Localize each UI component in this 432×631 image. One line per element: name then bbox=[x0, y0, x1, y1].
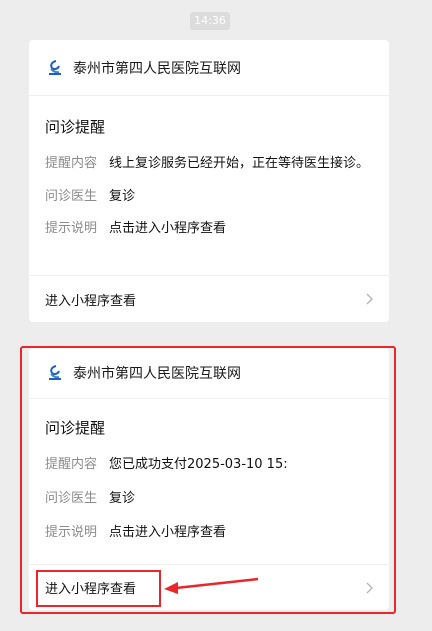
chevron-right-icon bbox=[366, 582, 373, 593]
row-label: 提醒内容 bbox=[45, 156, 98, 171]
row-label: 提示说明 bbox=[45, 525, 98, 540]
annotation-arrow-icon bbox=[164, 577, 259, 594]
row-label: 问诊医生 bbox=[45, 491, 98, 506]
row-label: 问诊医生 bbox=[45, 189, 98, 204]
hospital-logo-icon bbox=[49, 59, 61, 75]
template-message-card[interactable]: 泰州市第四人民医院互联网 问诊提醒 提醒内容 您已成功支付2025-03-10 … bbox=[29, 348, 389, 610]
footer-label: 进入小程序查看 bbox=[45, 293, 137, 309]
row-label: 提示说明 bbox=[45, 221, 98, 236]
message-timestamp: 14:36 bbox=[190, 12, 230, 30]
card-body: 问诊提醒 提醒内容 线上复诊服务已经开始，正在等待医生接诊。 问诊医生 复诊 提… bbox=[29, 96, 389, 238]
row-value: 复诊 bbox=[109, 491, 136, 506]
message-title: 问诊提醒 bbox=[45, 419, 106, 437]
card-header[interactable]: 泰州市第四人民医院互联网 bbox=[29, 40, 389, 96]
content-row: 提醒内容 线上复诊服务已经开始，正在等待医生接诊。 bbox=[45, 154, 373, 173]
row-value: 您已成功支付2025-03-10 15: bbox=[109, 457, 288, 472]
hospital-logo-icon bbox=[49, 365, 61, 380]
row-value: 复诊 bbox=[109, 189, 136, 204]
doctor-row: 问诊医生 复诊 bbox=[45, 187, 373, 206]
card-body: 问诊提醒 提醒内容 您已成功支付2025-03-10 15: 问诊医生 复诊 提… bbox=[29, 399, 389, 542]
row-value: 点击进入小程序查看 bbox=[109, 525, 227, 540]
open-miniprogram-link[interactable]: 进入小程序查看 bbox=[29, 275, 389, 322]
doctor-row: 问诊医生 复诊 bbox=[45, 489, 373, 508]
note-row: 提示说明 点击进入小程序查看 bbox=[45, 523, 373, 542]
account-name: 泰州市第四人民医院互联网 bbox=[73, 366, 241, 382]
content-row: 提醒内容 您已成功支付2025-03-10 15: bbox=[45, 455, 373, 474]
chevron-right-icon bbox=[366, 293, 373, 305]
row-label: 提醒内容 bbox=[45, 457, 98, 472]
row-value: 线上复诊服务已经开始，正在等待医生接诊。 bbox=[109, 156, 370, 171]
footer-label: 进入小程序查看 bbox=[45, 582, 137, 597]
note-row: 提示说明 点击进入小程序查看 bbox=[45, 219, 373, 238]
account-name: 泰州市第四人民医院互联网 bbox=[73, 60, 241, 77]
template-message-card[interactable]: 泰州市第四人民医院互联网 问诊提醒 提醒内容 线上复诊服务已经开始，正在等待医生… bbox=[29, 40, 389, 322]
row-value: 点击进入小程序查看 bbox=[109, 221, 227, 236]
card-header[interactable]: 泰州市第四人民医院互联网 bbox=[29, 348, 389, 399]
message-title: 问诊提醒 bbox=[45, 118, 106, 136]
